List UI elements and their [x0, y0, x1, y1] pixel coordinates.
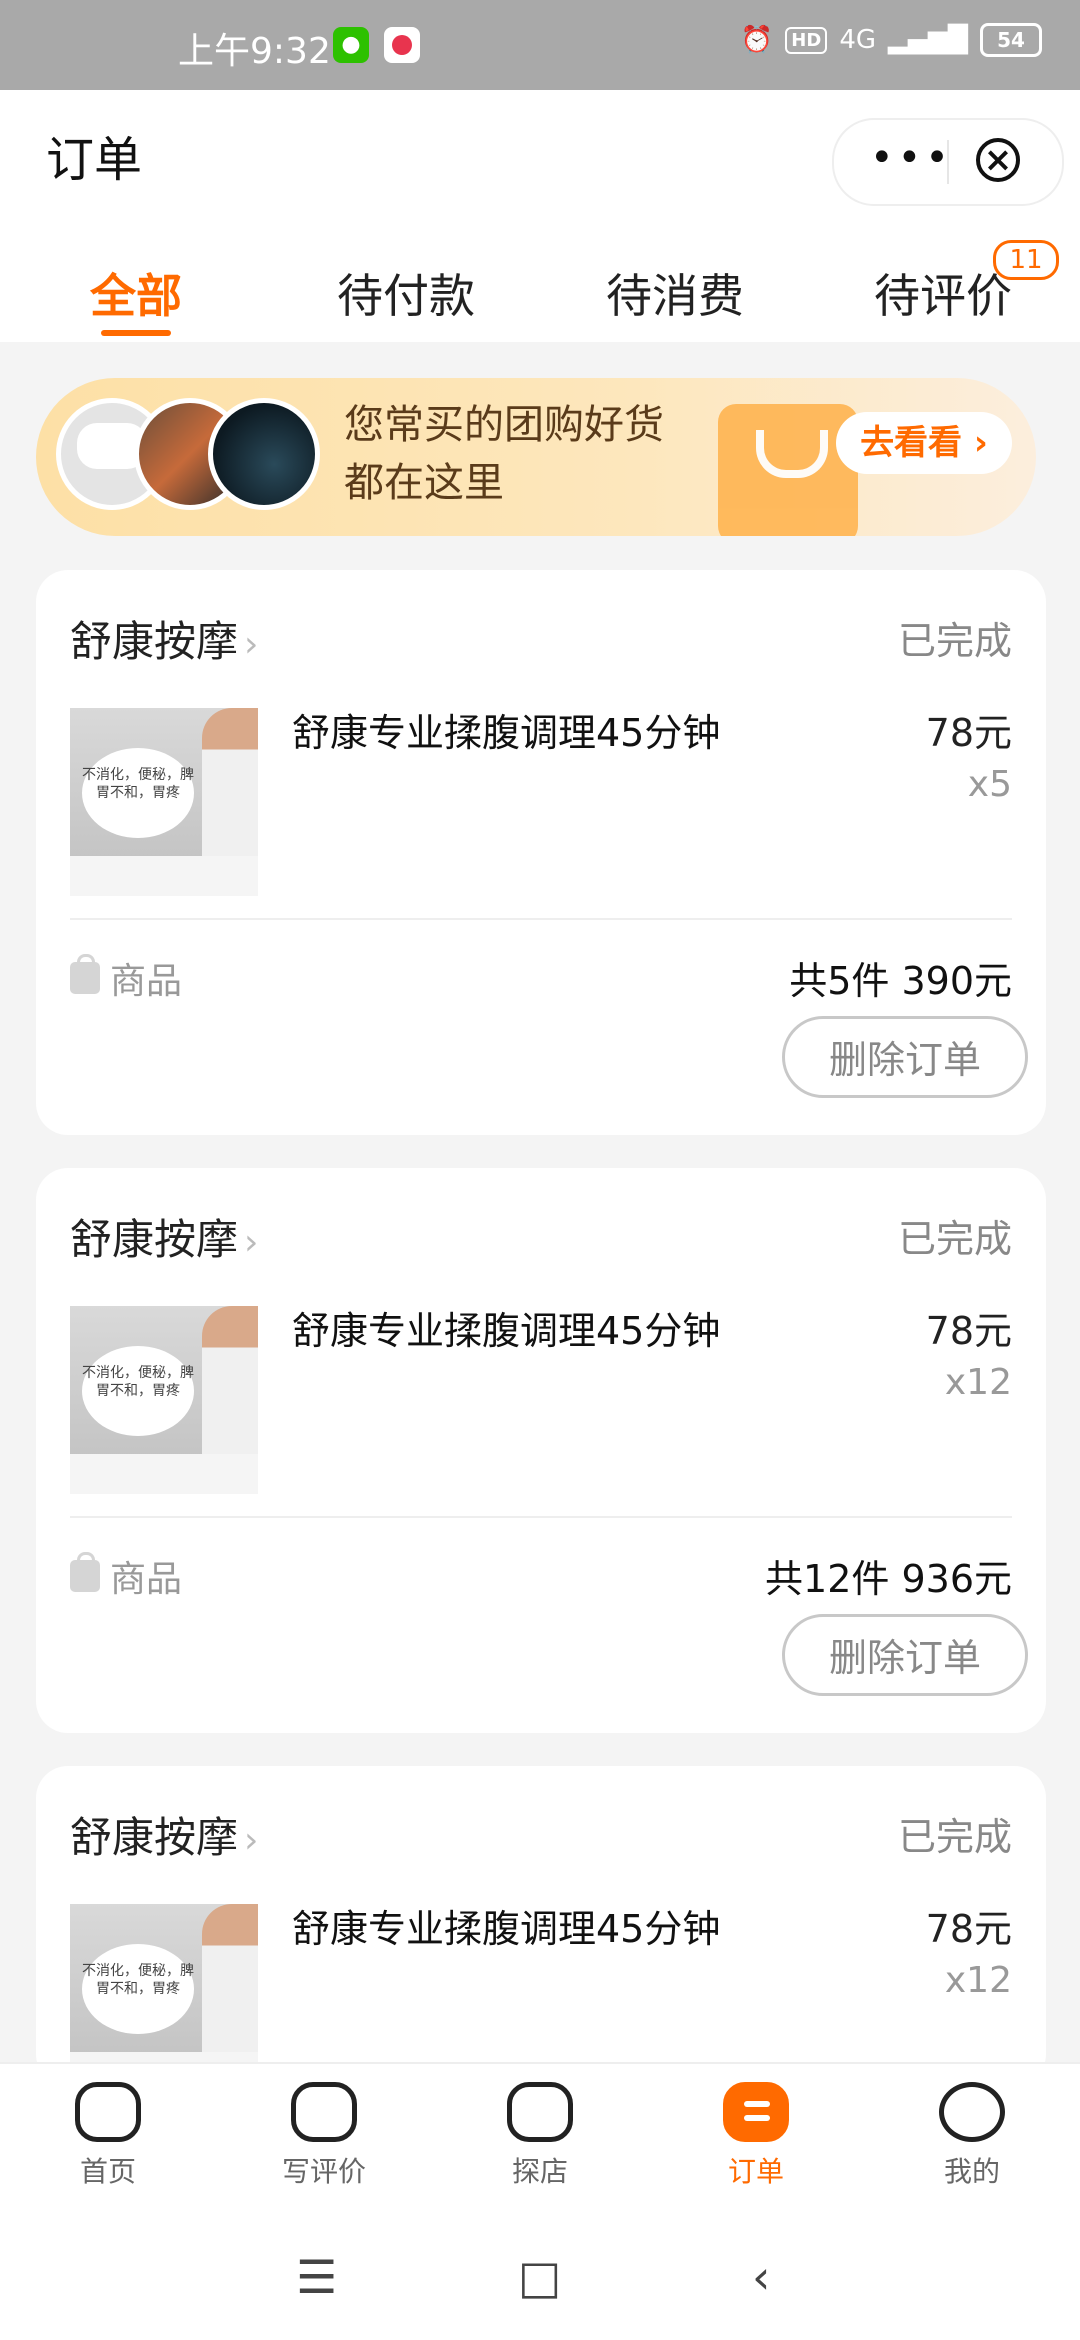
profile-icon: [939, 2082, 1005, 2142]
app-notification-icon: [384, 27, 420, 63]
tab-active-indicator: [101, 330, 171, 336]
order-status: 已完成: [897, 1815, 1012, 1859]
divider: [70, 918, 1012, 920]
goods-type: 商品: [70, 952, 182, 1004]
review-icon: [291, 2082, 357, 2142]
thumb-caption: 不消化，便秘，脾胃不和，胃疼: [82, 1944, 194, 2034]
order-icon: [723, 2082, 789, 2142]
nav-write-review[interactable]: 写评价: [264, 2082, 384, 2190]
nav-orders[interactable]: 订单: [696, 2082, 816, 2190]
nav-mine[interactable]: 我的: [912, 2082, 1032, 2190]
order-status: 已完成: [897, 619, 1012, 663]
delete-order-button[interactable]: 删除订单: [782, 1016, 1028, 1098]
shopping-bag-icon: [718, 404, 858, 536]
capsule-divider: [947, 140, 949, 184]
bag-icon: [70, 1552, 100, 1592]
chevron-right-icon: ›: [244, 1222, 259, 1263]
wechat-icon: ●: [333, 27, 369, 63]
item-price: 78元: [925, 711, 1012, 755]
thumb-caption: 不消化，便秘，脾胃不和，胃疼: [82, 1346, 194, 1436]
shop-name-link[interactable]: 舒康按摩 ›: [70, 1804, 258, 1865]
nav-label: 首页: [79, 2155, 136, 2188]
back-icon[interactable]: ‹: [752, 2250, 770, 2304]
item-title: 舒康专业揉腹调理45分钟: [292, 711, 721, 755]
shop-name: 舒康按摩: [70, 617, 239, 666]
order-tabs: 全部 待付款 待消费 待评价 11: [0, 230, 1080, 342]
item-quantity: x12: [944, 1960, 1012, 2001]
product-image[interactable]: 不消化，便秘，脾胃不和，胃疼: [70, 708, 258, 896]
bottom-nav: 首页 写评价 探店 订单 我的: [0, 2062, 1080, 2212]
tab-all[interactable]: 全部: [90, 260, 182, 326]
item-price: 78元: [925, 1907, 1012, 1951]
nav-label: 写评价: [281, 2155, 366, 2188]
tab-pending-payment[interactable]: 待付款: [337, 260, 475, 326]
item-quantity: x12: [944, 1362, 1012, 1403]
banner-line-1: 您常买的团购好货: [344, 402, 664, 448]
shop-name: 舒康按摩: [70, 1813, 239, 1862]
home-button-icon[interactable]: □: [518, 2250, 561, 2304]
thumb-caption: 不消化，便秘，脾胃不和，胃疼: [82, 748, 194, 838]
menu-icon[interactable]: ☰: [296, 2250, 337, 2304]
order-card[interactable]: 舒康按摩 › 已完成 不消化，便秘，脾胃不和，胃疼 舒康专业揉腹调理45分钟 78…: [36, 1168, 1046, 1733]
hd-icon: HD: [785, 26, 828, 54]
order-total: 共5件 390元: [789, 959, 1012, 1003]
order-total: 共12件 936元: [765, 1557, 1012, 1601]
review-count-badge: 11: [993, 240, 1059, 280]
shop-name-link[interactable]: 舒康按摩 ›: [70, 608, 258, 669]
status-time: 上午9:32: [178, 31, 331, 72]
shop-thumbnail: [208, 398, 320, 510]
system-nav-bar: ☰ □ ‹: [0, 2210, 1080, 2340]
battery-icon: 54: [980, 23, 1042, 57]
product-image[interactable]: 不消化，便秘，脾胃不和，胃疼: [70, 1306, 258, 1494]
chevron-right-icon: ›: [244, 1820, 259, 1861]
status-right: ⏰ HD 4G ▂▄▆█ 54: [741, 23, 1042, 57]
nav-label: 探店: [511, 2155, 568, 2188]
massage-bed: [70, 1454, 258, 1494]
goods-label: 商品: [110, 961, 183, 1002]
alarm-icon: ⏰: [740, 25, 774, 55]
close-icon[interactable]: ×: [976, 138, 1020, 182]
shop-name-link[interactable]: 舒康按摩 ›: [70, 1206, 258, 1267]
tab-pending-use[interactable]: 待消费: [606, 260, 744, 326]
status-bar: 上午9:32 ● ⏰ HD 4G ▂▄▆█ 54: [0, 0, 1080, 90]
item-title: 舒康专业揉腹调理45分钟: [292, 1309, 721, 1353]
order-card[interactable]: 舒康按摩 › 已完成 不消化，便秘，脾胃不和，胃疼 舒康专业揉腹调理45分钟 78…: [36, 1766, 1046, 2086]
massage-bed: [70, 856, 258, 896]
battery-level: 54: [997, 28, 1025, 52]
nav-label: 我的: [943, 2155, 1000, 2188]
order-status: 已完成: [897, 1217, 1012, 1261]
promo-banner[interactable]: 您常买的团购好货 都在这里 去看看 ›: [36, 378, 1036, 536]
goods-type: 商品: [70, 1550, 182, 1602]
store-icon: [507, 2082, 573, 2142]
signal-icon: ▂▄▆█: [888, 25, 968, 55]
home-icon: [75, 2082, 141, 2142]
tab-pending-review[interactable]: 待评价: [874, 260, 1012, 326]
product-image[interactable]: 不消化，便秘，脾胃不和，胃疼: [70, 1904, 258, 2086]
banner-line-2: 都在这里: [344, 460, 504, 506]
goods-label: 商品: [110, 1559, 183, 1600]
delete-order-button[interactable]: 删除订单: [782, 1614, 1028, 1696]
network-label: 4G: [839, 25, 877, 55]
nav-explore-store[interactable]: 探店: [480, 2082, 600, 2190]
divider: [70, 1516, 1012, 1518]
order-card[interactable]: 舒康按摩 › 已完成 不消化，便秘，脾胃不和，胃疼 舒康专业揉腹调理45分钟 78…: [36, 570, 1046, 1135]
more-icon[interactable]: •••: [870, 138, 953, 178]
chevron-right-icon: ›: [244, 624, 259, 665]
nav-label: 订单: [727, 2155, 784, 2188]
shop-name: 舒康按摩: [70, 1215, 239, 1264]
nav-home[interactable]: 首页: [48, 2082, 168, 2190]
item-quantity: x5: [967, 764, 1012, 805]
item-title: 舒康专业揉腹调理45分钟: [292, 1907, 721, 1951]
item-price: 78元: [925, 1309, 1012, 1353]
bag-icon: [70, 954, 100, 994]
banner-text: 您常买的团购好货 都在这里: [344, 396, 664, 512]
go-see-button[interactable]: 去看看 ›: [836, 412, 1012, 474]
page-title: 订单: [46, 132, 143, 188]
miniapp-capsule: ••• ×: [832, 118, 1064, 206]
header: 订单 ••• ×: [0, 90, 1080, 230]
